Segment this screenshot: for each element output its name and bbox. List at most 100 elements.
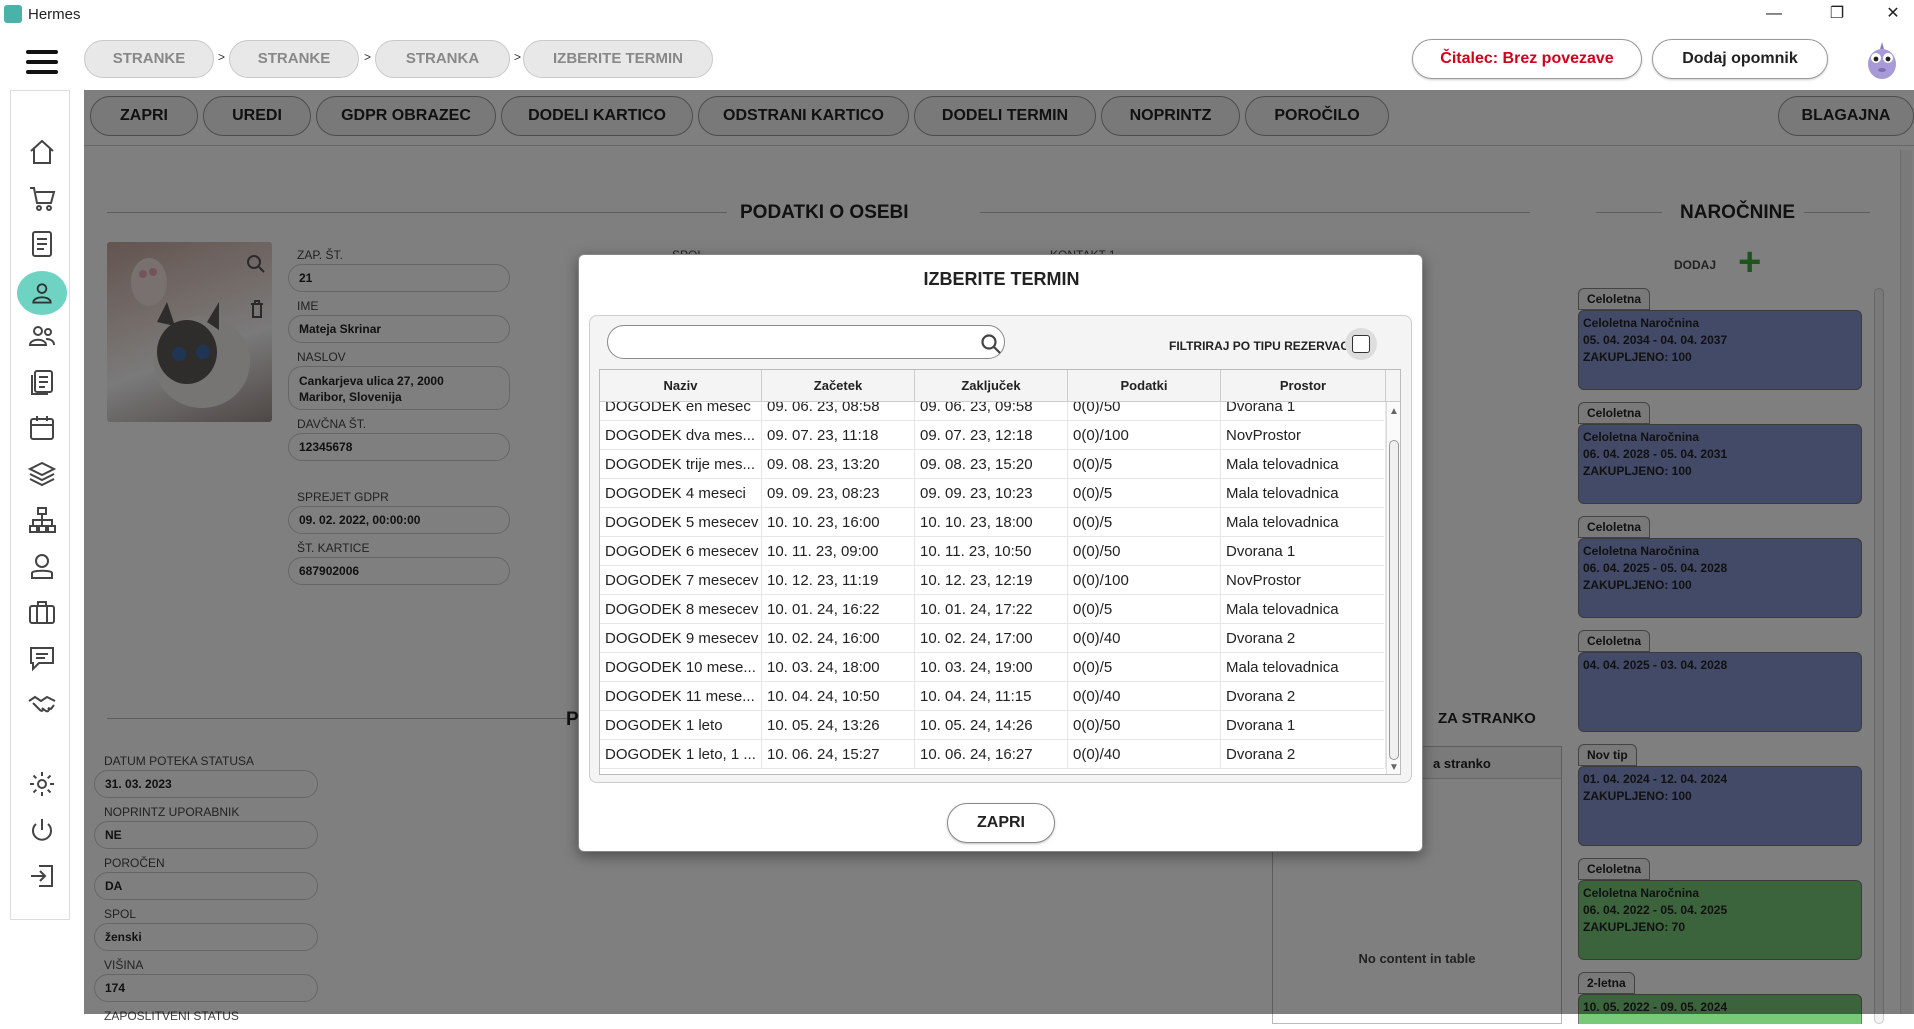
cell-room: Mala telovadnica xyxy=(1221,508,1386,537)
table-row[interactable]: DOGODEK 9 mesecev 10. 02. 24, 16:00 10. 02… xyxy=(600,624,1386,653)
cell-end: 10. 05. 24, 14:26 xyxy=(915,711,1068,740)
window-title: Hermes xyxy=(28,6,81,23)
column-header-room[interactable]: Prostor xyxy=(1221,370,1386,402)
person-icon[interactable] xyxy=(17,271,67,315)
reader-status-button[interactable]: Čitalec: Brez povezave xyxy=(1412,39,1642,79)
cell-room: NovProstor xyxy=(1221,566,1386,595)
cell-room: Dvorana 1 xyxy=(1221,711,1386,740)
cell-room: Mala telovadnica xyxy=(1221,450,1386,479)
cell-data: 0(0)/50 xyxy=(1068,711,1221,740)
document-icon[interactable] xyxy=(25,227,59,261)
add-reminder-button[interactable]: Dodaj opomnik xyxy=(1652,39,1828,79)
table-row[interactable]: DOGODEK 6 mesecev 10. 11. 23, 09:00 10. 11… xyxy=(600,537,1386,566)
table-row[interactable]: DOGODEK trije mes... 09. 08. 23, 13:20 09.… xyxy=(600,450,1386,479)
cell-name: DOGODEK 9 mesecev xyxy=(600,624,762,653)
cell-data: 0(0)/5 xyxy=(1068,450,1221,479)
filter-reservation-type-label: FILTRIRAJ PO TIPU REZERVACIJE xyxy=(1169,339,1368,353)
cell-end: 09. 09. 23, 10:23 xyxy=(915,479,1068,508)
table-row[interactable]: DOGODEK 8 mesecev 10. 01. 24, 16:22 10. 01… xyxy=(600,595,1386,624)
dialog-title: IZBERITE TERMIN xyxy=(923,269,1080,289)
cell-name: DOGODEK 8 mesecev xyxy=(600,595,762,624)
list-icon[interactable] xyxy=(25,365,59,399)
cell-start: 09. 09. 23, 08:23 xyxy=(762,479,915,508)
column-header-spacer xyxy=(1386,370,1400,402)
table-row[interactable]: DOGODEK 11 mese... 10. 04. 24, 10:50 10. 0… xyxy=(600,682,1386,711)
cell-start: 10. 11. 23, 09:00 xyxy=(762,537,915,566)
scroll-down-icon[interactable]: ▼ xyxy=(1389,762,1399,773)
table-row[interactable]: DOGODEK 1 leto, 1 ... 10. 06. 24, 15:27 10… xyxy=(600,740,1386,769)
chat-icon[interactable] xyxy=(25,641,59,675)
table-row[interactable]: DOGODEK 10 mese... 10. 03. 24, 18:00 10. 0… xyxy=(600,653,1386,682)
cell-data: 0(0)/40 xyxy=(1068,682,1221,711)
people-icon[interactable] xyxy=(25,319,59,353)
menu-icon[interactable] xyxy=(26,50,60,76)
cell-name: DOGODEK 6 mesecev xyxy=(600,537,762,566)
table-row[interactable]: DOGODEK en mesec 09. 06. 23, 08:58 09. 06.… xyxy=(600,402,1386,421)
breadcrumb-separator: > xyxy=(364,50,372,64)
cell-name: DOGODEK dva mes... xyxy=(600,421,762,450)
cell-end: 09. 08. 23, 15:20 xyxy=(915,450,1068,479)
table-row[interactable]: DOGODEK 4 meseci 09. 09. 23, 08:23 09. 09.… xyxy=(600,479,1386,508)
cell-room: Mala telovadnica xyxy=(1221,479,1386,508)
cell-data: 0(0)/5 xyxy=(1068,479,1221,508)
cell-end: 09. 06. 23, 09:58 xyxy=(915,402,1068,421)
select-term-dialog: IZBERITE TERMIN FILTRIRAJ PO TIPU REZERV… xyxy=(578,254,1423,852)
cart-icon[interactable] xyxy=(25,181,59,215)
cell-start: 10. 12. 23, 11:19 xyxy=(762,566,915,595)
cell-room: Dvorana 1 xyxy=(1221,402,1386,421)
cell-start: 09. 08. 23, 13:20 xyxy=(762,450,915,479)
search-icon[interactable] xyxy=(980,333,1002,360)
window-titlebar: Hermes — ❐ ✕ xyxy=(0,0,1914,30)
power-icon[interactable] xyxy=(25,813,59,847)
cell-end: 10. 02. 24, 17:00 xyxy=(915,624,1068,653)
scroll-up-icon[interactable]: ▲ xyxy=(1389,406,1399,417)
table-row[interactable]: DOGODEK dva mes... 09. 07. 23, 11:18 09. 0… xyxy=(600,421,1386,450)
cell-name: DOGODEK 1 leto xyxy=(600,711,762,740)
cell-data: 0(0)/5 xyxy=(1068,653,1221,682)
cell-data: 0(0)/50 xyxy=(1068,537,1221,566)
home-icon[interactable] xyxy=(25,135,59,169)
avatar[interactable] xyxy=(1862,38,1902,80)
breadcrumb-item-current[interactable]: IZBERITE TERMIN xyxy=(523,40,713,78)
close-window-button[interactable]: ✕ xyxy=(1866,0,1914,30)
calendar-icon[interactable] xyxy=(25,411,59,445)
hierarchy-icon[interactable] xyxy=(25,503,59,537)
minimize-button[interactable]: — xyxy=(1747,0,1801,30)
cell-data: 0(0)/50 xyxy=(1068,402,1221,421)
briefcase-icon[interactable] xyxy=(25,595,59,629)
user-badge-icon[interactable] xyxy=(25,549,59,583)
cell-data: 0(0)/5 xyxy=(1068,595,1221,624)
restore-button[interactable]: ❐ xyxy=(1810,0,1864,30)
breadcrumb-separator: > xyxy=(514,50,522,64)
filter-reservation-type-checkbox[interactable] xyxy=(1352,335,1370,353)
settings-icon[interactable] xyxy=(25,767,59,801)
table-row[interactable]: DOGODEK 1 leto 10. 05. 24, 13:26 10. 05. 2… xyxy=(600,711,1386,740)
logout-icon[interactable] xyxy=(25,859,59,893)
breadcrumb-item[interactable]: STRANKE xyxy=(229,40,359,78)
column-header-name[interactable]: Naziv xyxy=(600,370,762,402)
breadcrumb-item[interactable]: STRANKA xyxy=(375,40,510,78)
app-icon xyxy=(4,5,22,23)
cell-data: 0(0)/100 xyxy=(1068,566,1221,595)
cell-start: 10. 06. 24, 15:27 xyxy=(762,740,915,769)
column-header-start[interactable]: Začetek xyxy=(762,370,915,402)
column-header-end[interactable]: Zaključek xyxy=(915,370,1068,402)
table-row[interactable]: DOGODEK 7 mesecev 10. 12. 23, 11:19 10. 12… xyxy=(600,566,1386,595)
cell-end: 10. 03. 24, 19:00 xyxy=(915,653,1068,682)
search-input[interactable] xyxy=(622,333,962,353)
cell-end: 10. 12. 23, 12:19 xyxy=(915,566,1068,595)
cell-start: 09. 07. 23, 11:18 xyxy=(762,421,915,450)
breadcrumb-item[interactable]: STRANKE xyxy=(84,40,214,78)
sidebar xyxy=(10,90,70,920)
cell-end: 09. 07. 23, 12:18 xyxy=(915,421,1068,450)
cell-name: DOGODEK en mesec xyxy=(600,402,762,421)
cell-end: 10. 11. 23, 10:50 xyxy=(915,537,1068,566)
dialog-close-button[interactable]: ZAPRI xyxy=(947,803,1055,843)
table-row[interactable]: DOGODEK 5 mesecev 10. 10. 23, 16:00 10. 10… xyxy=(600,508,1386,537)
terms-table-body: DOGODEK en mesec 09. 06. 23, 08:58 09. 06.… xyxy=(600,402,1386,774)
layers-icon[interactable] xyxy=(25,457,59,491)
search-field[interactable] xyxy=(607,325,1005,359)
table-scrollbar-thumb[interactable] xyxy=(1389,440,1399,760)
column-header-data[interactable]: Podatki xyxy=(1068,370,1221,402)
handshake-icon[interactable] xyxy=(25,687,59,721)
